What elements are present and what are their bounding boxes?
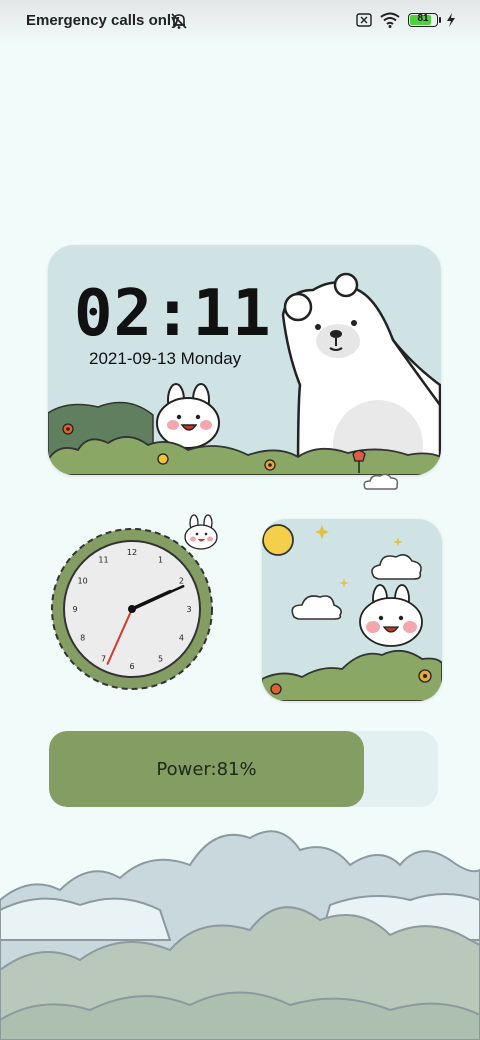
clock-numeral: 10 (78, 577, 88, 586)
digital-time: 02:11 (74, 277, 272, 351)
sun (262, 524, 294, 556)
clock-numeral: 7 (101, 654, 106, 663)
clock-numeral: 12 (127, 548, 137, 557)
picture-widget[interactable] (262, 519, 442, 701)
sparkle (315, 525, 329, 539)
flower-yellow (157, 453, 169, 465)
bunny-illustration (359, 584, 423, 647)
clock-numeral: 3 (186, 605, 191, 614)
clock-numeral: 9 (72, 605, 77, 614)
power-label: Power:81% (49, 755, 364, 781)
bunny-illustration (156, 383, 220, 449)
wallpaper-landscape (0, 830, 480, 1040)
sim-missing-icon (356, 13, 372, 27)
power-label-text: Power (156, 759, 211, 780)
battery-level-text: 81 (417, 13, 429, 24)
clock-pin (128, 605, 136, 613)
clock-widget[interactable]: 02:11 2021-09-13 Monday (48, 245, 441, 475)
clock-numeral: 6 (129, 662, 134, 671)
wifi-icon (380, 12, 400, 28)
power-widget[interactable]: Power:81% (49, 731, 438, 807)
analog-clock-widget[interactable]: 12 1 2 3 4 5 6 7 8 9 10 11 (46, 513, 222, 693)
cloud-decoration (363, 473, 399, 490)
green-hills (262, 649, 442, 701)
date-label: 2021-09-13 Monday (89, 349, 242, 368)
bell-off-icon (171, 13, 187, 29)
cloud-right (371, 553, 422, 580)
analog-clock: 121234567891011 (51, 514, 218, 690)
status-bar: Emergency calls only 81 (0, 0, 480, 44)
clock-numeral: 11 (98, 556, 108, 565)
charging-bolt-icon (447, 13, 455, 27)
cloud-left (291, 595, 342, 620)
flower-left (270, 683, 282, 695)
clock-numeral: 4 (179, 634, 184, 643)
clock-numeral: 1 (158, 556, 163, 565)
tulip (352, 449, 366, 462)
carrier-status: Emergency calls only (26, 12, 180, 29)
peeking-bunny-illustration (184, 514, 218, 550)
clock-numeral: 2 (179, 577, 184, 586)
picture-widget-scene (262, 524, 442, 701)
clock-numeral: 8 (80, 634, 85, 643)
battery-icon: 81 (408, 13, 441, 27)
power-value: 81% (216, 759, 257, 780)
clock-numeral: 5 (158, 654, 163, 663)
polar-bear-illustration (281, 272, 441, 475)
